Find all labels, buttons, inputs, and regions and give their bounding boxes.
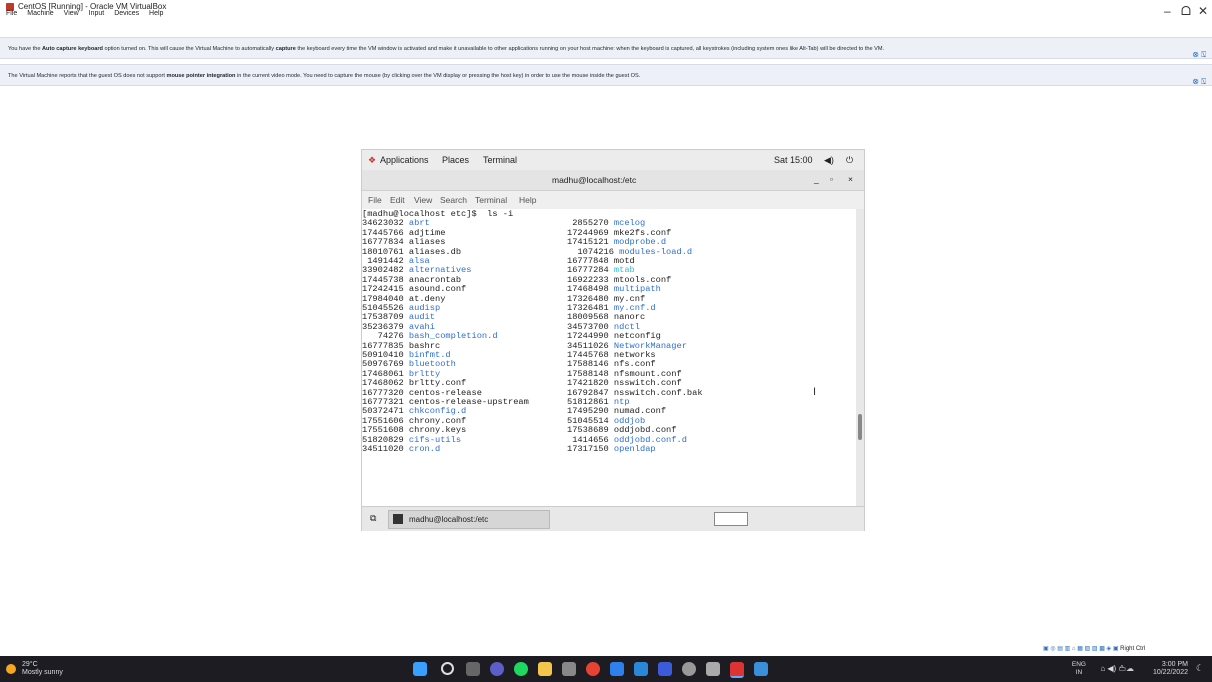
inode-number: 34511020 (362, 444, 409, 454)
menu-devices[interactable]: Devices (114, 10, 139, 17)
restore-button[interactable]: ᗝ (1181, 4, 1191, 19)
language-code: ENG (1071, 661, 1086, 668)
menu-machine[interactable]: Machine (27, 10, 53, 17)
file-name: openldap (613, 444, 656, 454)
terminal-menubar: File Edit View Search Terminal Help (362, 191, 864, 209)
store-icon[interactable] (706, 662, 720, 676)
notice-text: You have the (8, 46, 43, 52)
notice-close-icon[interactable]: ⊗ ⍂ (1192, 44, 1206, 66)
settings-icon[interactable] (682, 662, 696, 676)
menu-file[interactable]: File (6, 10, 17, 17)
language-indicator[interactable]: ENG IN (1072, 661, 1086, 677)
chat-icon[interactable] (490, 662, 504, 676)
menu-view[interactable]: View (64, 10, 79, 17)
weather-temp: 29°C (22, 661, 38, 668)
terminal-menu-file[interactable]: File (368, 195, 382, 205)
host-menubar: File Machine View Input Devices Help (6, 10, 606, 22)
taskbar-terminal-label: madhu@localhost:/etc (409, 515, 489, 524)
applications-menu[interactable]: Applications (380, 155, 429, 165)
notice-bold: mouse pointer integration (166, 73, 236, 79)
listing-row: 34511020 cron.d (362, 444, 441, 454)
notice-keyboard-capture: You have the Auto capture keyboard optio… (0, 37, 1212, 59)
weather-icon[interactable] (6, 664, 16, 674)
gnome-topbar: ❖ Applications Places Terminal Sat 15:00… (362, 150, 864, 170)
terminal-minimize-button[interactable]: _ (814, 174, 819, 184)
start-icon[interactable] (413, 662, 427, 676)
terminal-icon (393, 514, 403, 524)
terminal-menu-edit[interactable]: Edit (390, 195, 405, 205)
gnome-clock[interactable]: Sat 15:00 (774, 155, 813, 165)
minimize-button[interactable]: – (1164, 4, 1171, 18)
volume-icon[interactable]: ◀) (824, 155, 834, 166)
gnome-window-list: ⧉ madhu@localhost:/etc (362, 506, 864, 531)
spotify-icon[interactable] (514, 662, 528, 676)
weather-desc: Mostly sunny (22, 669, 63, 676)
terminal-output[interactable]: [madhu@localhost etc]$ ls -i 34623032 ab… (362, 209, 856, 506)
windows-taskbar: 29°C Mostly sunny ^ ☁ ENG IN ⌂ ◀) ▭ 3:00… (0, 656, 1212, 682)
menu-help[interactable]: Help (149, 10, 163, 17)
vscode-icon[interactable] (634, 662, 648, 676)
terminal-scrollbar[interactable] (856, 209, 864, 506)
taskbar-terminal-item[interactable]: madhu@localhost:/etc (388, 510, 550, 529)
text-cursor-icon: I (813, 386, 817, 398)
file-name: cron.d (408, 444, 441, 454)
notice-bold: capture (275, 46, 296, 52)
clock-date: 10/22/2022 (1152, 669, 1188, 676)
terminal-menu-view[interactable]: View (414, 195, 432, 205)
workspace-switcher[interactable] (714, 512, 748, 526)
terminal-maximize-button[interactable]: ▫ (830, 174, 833, 184)
notice-text: in the current video mode. You need to c… (235, 73, 641, 79)
vm-display[interactable]: ❖ Applications Places Terminal Sat 15:00… (361, 149, 865, 531)
terminal-titlebar: madhu@localhost:/etc _ ▫ × (362, 170, 864, 191)
notice-close-icon[interactable]: ⊗ ⍂ (1192, 71, 1206, 93)
terminal-menu-help[interactable]: Help (519, 195, 536, 205)
terminal-menu[interactable]: Terminal (483, 155, 517, 165)
search-icon[interactable] (441, 662, 454, 675)
photos-icon[interactable] (754, 662, 768, 676)
notice-text: the keyboard every time the VM window is… (295, 46, 885, 52)
close-button[interactable]: ✕ (1198, 4, 1208, 18)
virtualbox-taskbar-icon[interactable] (730, 662, 744, 678)
power-icon[interactable]: ⏻ (846, 155, 853, 166)
notice-bold: Auto capture keyboard (42, 46, 103, 52)
vbox-status-bar: ▣ ◎ ▤ ▥ ⌂ ▦ ▧ ▨ ▩ ◈ ▣ Right Ctrl (1043, 645, 1212, 655)
scrollbar-thumb[interactable] (858, 414, 862, 440)
notice-text: option turned on. This will cause the Vi… (102, 46, 276, 52)
word-icon[interactable] (658, 662, 672, 676)
clock-time: 3:00 PM (1161, 661, 1188, 668)
menu-input[interactable]: Input (89, 10, 105, 17)
terminal-menu-terminal[interactable]: Terminal (475, 195, 507, 205)
network-volume-battery-icons[interactable]: ⌂ ◀) ▭ (1100, 664, 1126, 673)
terminal-app-icon[interactable] (562, 662, 576, 676)
applications-icon: ❖ (368, 155, 377, 165)
task-view-icon[interactable] (466, 662, 480, 676)
terminal-title: madhu@localhost:/etc (552, 175, 637, 185)
host-key-label: Right Ctrl (1120, 646, 1146, 652)
region-code: IN (1075, 669, 1083, 676)
terminal-close-button[interactable]: × (848, 174, 853, 184)
places-menu[interactable]: Places (442, 155, 469, 165)
listing-row: 17317150 openldap (567, 444, 656, 454)
terminal-menu-search[interactable]: Search (440, 195, 467, 205)
todo-icon[interactable] (610, 662, 624, 676)
notice-text: The Virtual Machine reports that the gue… (8, 73, 167, 79)
show-desktop-icon[interactable]: ⧉ (370, 513, 376, 524)
file-explorer-icon[interactable] (538, 662, 552, 676)
chrome-icon[interactable] (586, 662, 600, 676)
inode-number: 17317150 (567, 444, 614, 454)
notice-mouse-integration: The Virtual Machine reports that the gue… (0, 64, 1212, 86)
taskbar-clock[interactable]: 3:00 PM 10/22/2022 (1153, 661, 1188, 677)
notifications-icon[interactable]: ☾ (1196, 663, 1204, 674)
weather-widget[interactable]: 29°C Mostly sunny (22, 661, 63, 677)
vbox-device-icons[interactable]: ▣ ◎ ▤ ▥ ⌂ ▦ ▧ ▨ ▩ ◈ ▣ (1043, 646, 1119, 652)
